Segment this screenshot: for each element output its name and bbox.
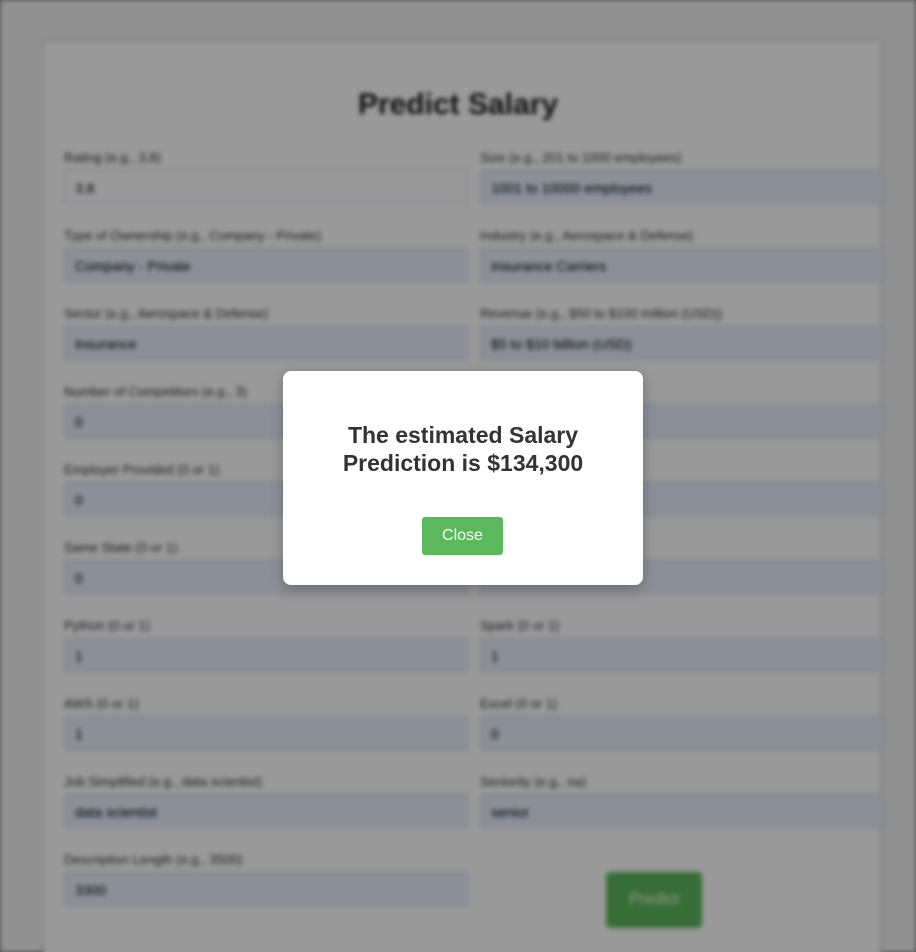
prediction-message: The estimated Salary Prediction is $134,… — [342, 422, 584, 476]
close-button[interactable]: Close — [422, 517, 503, 555]
prediction-modal: The estimated Salary Prediction is $134,… — [283, 371, 643, 585]
